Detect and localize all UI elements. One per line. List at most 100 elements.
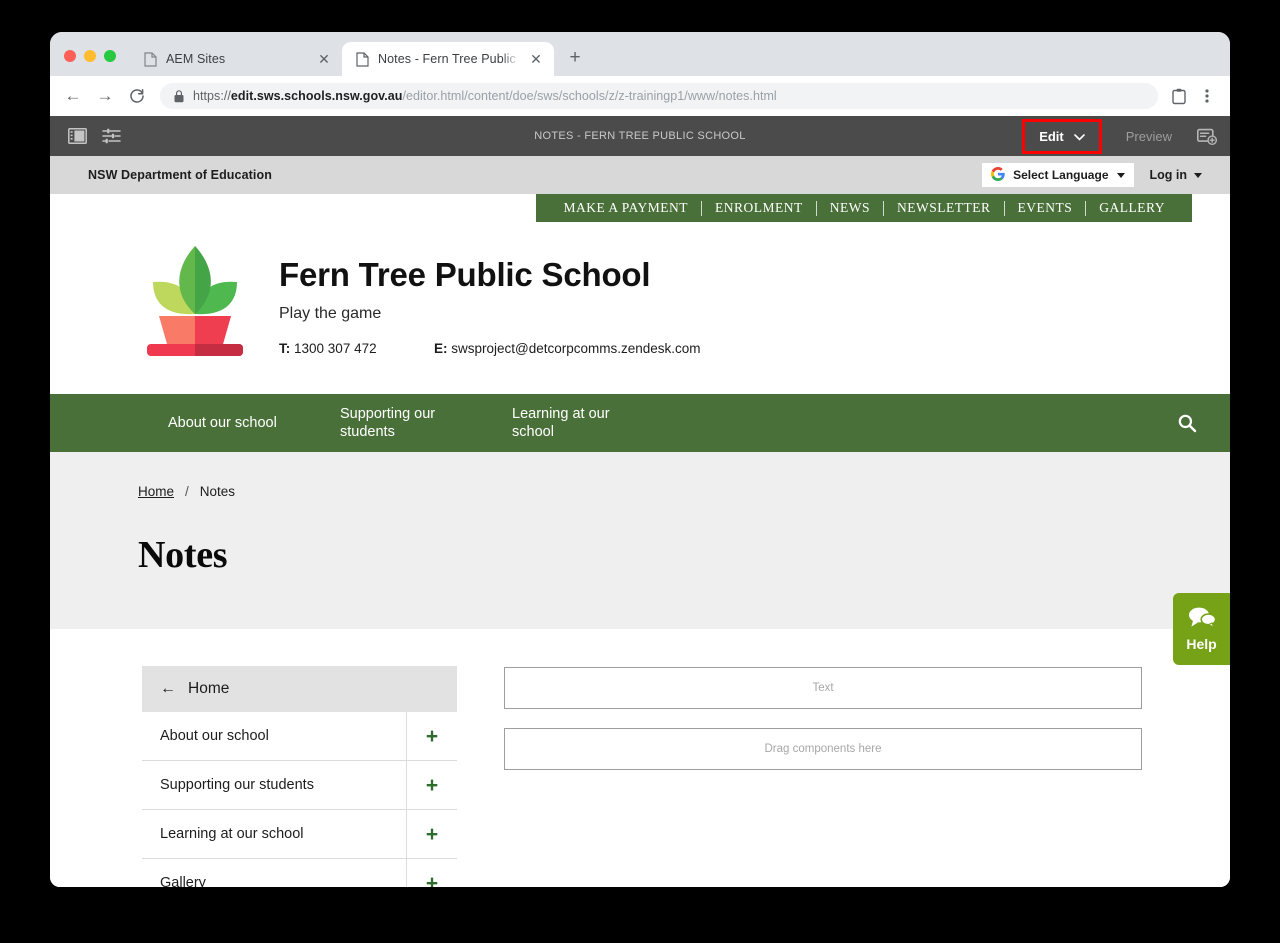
page-header-band: Home / Notes Notes — [50, 452, 1230, 629]
expand-plus-icon[interactable]: + — [407, 761, 457, 809]
school-contact: T: 1300 307 472 E: swsproject@detcorpcom… — [279, 341, 701, 356]
arrow-left-icon: ← — [160, 680, 176, 697]
chevron-down-icon — [1194, 172, 1202, 178]
maximize-window-button[interactable] — [104, 50, 116, 62]
quicklink-news[interactable]: NEWS — [817, 200, 883, 216]
close-tab-button[interactable]: ✕ — [528, 51, 544, 67]
quicklink-make-a-payment[interactable]: MAKE A PAYMENT — [550, 200, 701, 216]
expand-plus-icon[interactable]: + — [407, 810, 457, 858]
quicklink-events[interactable]: EVENTS — [1005, 200, 1086, 216]
phone-label: T: — [279, 341, 291, 356]
divider — [1085, 200, 1087, 216]
side-navigation: ← Home About our school + Supporting our… — [142, 666, 457, 887]
school-identity: Fern Tree Public School Play the game T:… — [50, 222, 1230, 394]
page-icon — [144, 51, 157, 67]
page-title: Notes — [138, 534, 228, 576]
breadcrumb-home[interactable]: Home — [138, 484, 174, 499]
divider — [701, 200, 703, 216]
quicklink-enrolment[interactable]: ENROLMENT — [702, 200, 816, 216]
minimize-window-button[interactable] — [84, 50, 96, 62]
side-nav-home[interactable]: ← Home — [142, 666, 457, 712]
new-tab-button[interactable]: + — [560, 42, 590, 72]
side-nav-item-learning-at-our-school[interactable]: Learning at our school + — [142, 810, 457, 859]
language-selector[interactable]: Select Language — [982, 163, 1134, 187]
browser-tab-aem-sites[interactable]: AEM Sites ✕ — [130, 42, 342, 76]
component-dropzones: Text Drag components here — [504, 666, 1142, 887]
aem-editor-toolbar: NOTES - FERN TREE PUBLIC SCHOOL Edit Pre… — [50, 116, 1230, 156]
browser-window: AEM Sites ✕ Notes - Fern Tree Public Sch… — [50, 32, 1230, 887]
chat-bubbles-icon — [1188, 607, 1216, 633]
text-component-placeholder[interactable]: Text — [504, 667, 1142, 709]
tab-title: Notes - Fern Tree Public Schoo — [378, 52, 519, 66]
site-body: MAKE A PAYMENT ENROLMENT NEWS NEWSLETTER… — [50, 194, 1230, 887]
school-tagline: Play the game — [279, 305, 382, 322]
side-nav-item-gallery[interactable]: Gallery + — [142, 859, 457, 887]
utility-actions: Select Language Log in — [982, 163, 1202, 187]
url-path: /editor.html/content/doe/sws/schools/z/z… — [402, 89, 777, 103]
back-button[interactable]: ← — [58, 81, 88, 111]
close-window-button[interactable] — [64, 50, 76, 62]
edit-mode-button[interactable]: Edit — [1029, 125, 1095, 148]
contact-email: E: swsproject@detcorpcomms.zendesk.com — [434, 341, 701, 356]
browser-tab-notes[interactable]: Notes - Fern Tree Public Schoo ✕ — [342, 42, 554, 76]
browser-tab-strip: AEM Sites ✕ Notes - Fern Tree Public Sch… — [50, 32, 1230, 76]
nav-item-supporting-our-students[interactable]: Supporting our students — [340, 405, 512, 441]
phone-value: 1300 307 472 — [294, 341, 377, 356]
forward-button[interactable]: → — [90, 81, 120, 111]
nav-item-learning-at-our-school[interactable]: Learning at our school — [512, 405, 684, 441]
quicklink-newsletter[interactable]: NEWSLETTER — [884, 200, 1003, 216]
email-value[interactable]: swsproject@detcorpcomms.zendesk.com — [451, 341, 700, 356]
login-menu[interactable]: Log in — [1149, 168, 1202, 182]
expand-plus-icon[interactable]: + — [407, 859, 457, 888]
quicklinks-bar: MAKE A PAYMENT ENROLMENT NEWS NEWSLETTER… — [536, 194, 1192, 222]
kebab-menu-icon[interactable] — [1194, 83, 1220, 109]
lock-icon — [174, 89, 184, 103]
browser-omnibox-row: ← → https://edit.sws.schools.nsw.gov.au/… — [50, 76, 1230, 116]
expand-plus-icon[interactable]: + — [407, 712, 457, 760]
divider — [815, 200, 817, 216]
breadcrumb-separator: / — [185, 484, 189, 499]
side-nav-item-about-our-school[interactable]: About our school + — [142, 712, 457, 761]
school-text-block: Fern Tree Public School Play the game T:… — [279, 244, 701, 356]
side-nav-item-supporting-our-students[interactable]: Supporting our students + — [142, 761, 457, 810]
site-utility-bar: NSW Department of Education Select Langu… — [50, 156, 1230, 194]
search-icon[interactable] — [1172, 408, 1202, 438]
edit-button-highlight: Edit — [1022, 118, 1102, 154]
edit-button-label: Edit — [1039, 128, 1064, 144]
window-traffic-lights — [50, 50, 130, 76]
add-annotation-icon[interactable] — [1190, 121, 1224, 151]
quicklinks-row: MAKE A PAYMENT ENROLMENT NEWS NEWSLETTER… — [50, 194, 1230, 222]
login-label: Log in — [1149, 168, 1188, 182]
url-text: https://edit.sws.schools.nsw.gov.au/edit… — [193, 89, 777, 103]
side-nav-home-label: Home — [188, 680, 230, 697]
breadcrumb: Home / Notes — [138, 484, 1230, 499]
url-scheme: https:// — [193, 89, 231, 103]
page-content-area: ← Home About our school + Supporting our… — [50, 593, 1230, 887]
close-tab-button[interactable]: ✕ — [316, 51, 332, 67]
department-name: NSW Department of Education — [88, 168, 272, 182]
side-nav-label: Supporting our students — [142, 761, 407, 809]
divider — [1003, 200, 1005, 216]
address-bar[interactable]: https://edit.sws.schools.nsw.gov.au/edit… — [160, 83, 1158, 109]
google-g-icon — [991, 166, 1005, 184]
preview-mode-button[interactable]: Preview — [1116, 125, 1182, 148]
quicklink-gallery[interactable]: GALLERY — [1086, 200, 1178, 216]
page-icon — [356, 51, 369, 67]
reload-button[interactable] — [122, 81, 152, 111]
page-properties-icon[interactable] — [94, 121, 128, 151]
contact-phone: T: 1300 307 472 — [279, 341, 434, 356]
language-selector-label: Select Language — [1013, 168, 1109, 182]
side-nav-label: Gallery — [142, 859, 407, 887]
nav-item-about-our-school[interactable]: About our school — [168, 414, 340, 432]
profile-card-icon[interactable] — [1166, 83, 1192, 109]
school-name: Fern Tree Public School — [279, 256, 651, 293]
drag-components-dropzone[interactable]: Drag components here — [504, 728, 1142, 770]
plant-pot-logo — [145, 244, 245, 360]
email-label: E: — [434, 341, 448, 356]
help-button[interactable]: Help — [1173, 593, 1230, 665]
side-nav-label: Learning at our school — [142, 810, 407, 858]
tab-title: AEM Sites — [166, 52, 226, 66]
chevron-down-icon — [1073, 129, 1085, 144]
side-nav-label: About our school — [142, 712, 407, 760]
side-panel-toggle-icon[interactable] — [60, 121, 94, 151]
